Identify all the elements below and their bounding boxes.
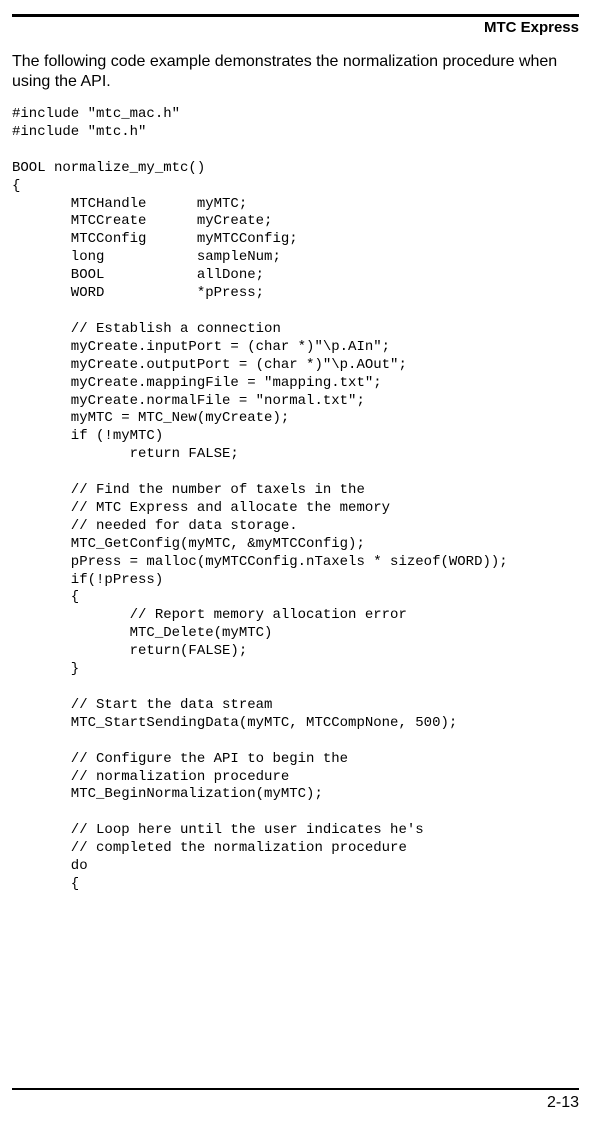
code-block: #include "mtc_mac.h" #include "mtc.h" BO… bbox=[12, 106, 579, 894]
top-rule bbox=[12, 14, 579, 17]
page-number: 2-13 bbox=[12, 1094, 579, 1112]
page: MTC Express The following code example d… bbox=[0, 0, 597, 1130]
bottom-rule bbox=[12, 1088, 579, 1090]
intro-paragraph: The following code example demonstrates … bbox=[12, 52, 579, 92]
running-header: MTC Express bbox=[12, 19, 579, 38]
footer: 2-13 bbox=[12, 1088, 579, 1112]
